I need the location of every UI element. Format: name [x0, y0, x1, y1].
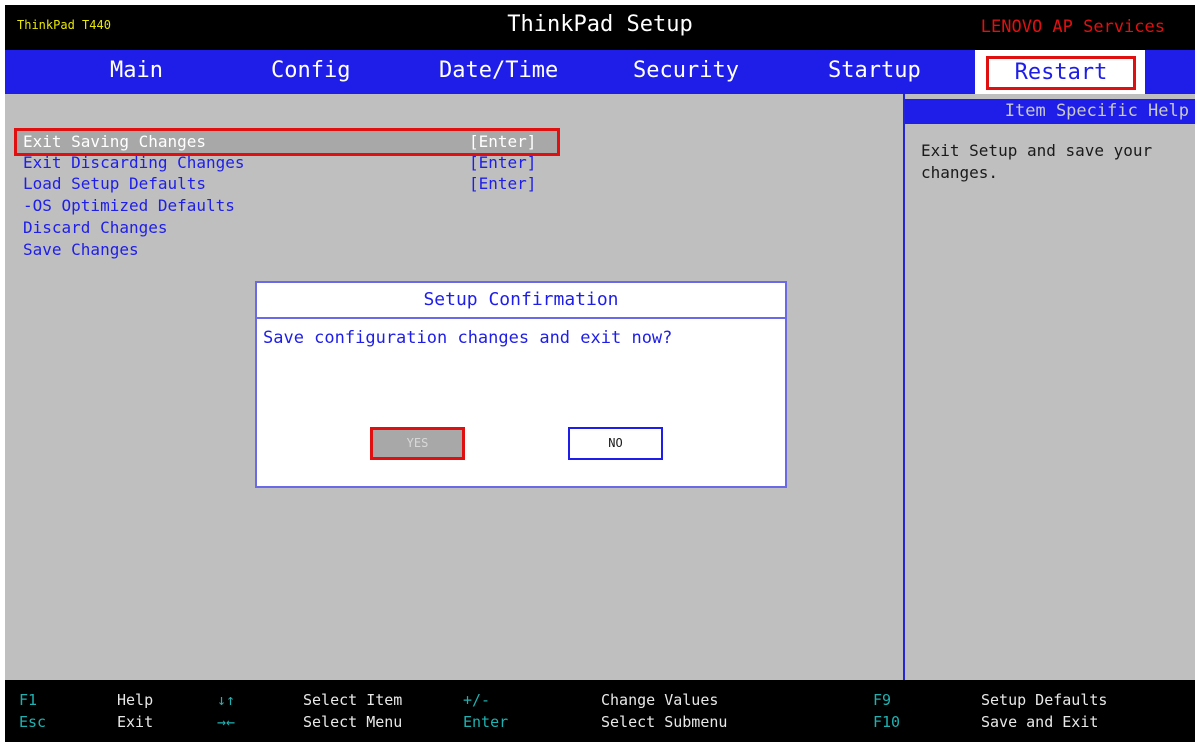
item-label: Discard Changes: [23, 218, 168, 237]
item-specific-help-panel: Item Specific Help Exit Setup and save y…: [903, 94, 1195, 680]
item-value: [Enter]: [469, 132, 537, 151]
select-menu-desc: Select Menu: [303, 713, 403, 731]
change-values-desc: Change Values: [601, 691, 719, 709]
tab-date-time[interactable]: Date/Time: [439, 58, 558, 83]
exit-saving-changes-item[interactable]: Exit Saving Changes [Enter]: [14, 128, 560, 156]
select-item-desc: Select Item: [303, 691, 403, 709]
item-label: Load Setup Defaults: [23, 174, 207, 193]
plus-minus-key: +/-: [463, 691, 491, 709]
tab-startup[interactable]: Startup: [828, 58, 921, 83]
f10-key: F10: [873, 713, 901, 731]
select-submenu-desc: Select Submenu: [601, 713, 728, 731]
save-changes-item[interactable]: Save Changes: [17, 239, 557, 261]
exit-desc: Exit: [117, 713, 154, 731]
enter-key: Enter: [463, 713, 509, 731]
item-label: Save Changes: [23, 240, 139, 259]
esc-key: Esc: [19, 713, 47, 731]
os-optimized-defaults-item[interactable]: -OS Optimized Defaults: [17, 195, 557, 217]
up-down-arrows-icon: ↓↑: [217, 691, 236, 709]
key-legend-footer: F1 Help ↓↑ Select Item +/- Change Values…: [5, 680, 1195, 742]
title-bar: ThinkPad T440 ThinkPad Setup LENOVO AP S…: [5, 5, 1195, 50]
discard-changes-item[interactable]: Discard Changes: [17, 217, 557, 239]
tab-security[interactable]: Security: [633, 58, 739, 83]
left-right-arrows-icon: →←: [217, 713, 236, 731]
item-label: -OS Optimized Defaults: [23, 196, 235, 215]
active-tab-container: Restart: [975, 50, 1145, 94]
setup-confirmation-dialog: Setup Confirmation Save configuration ch…: [255, 281, 787, 488]
restart-menu-panel: Exit Saving Changes [Enter] Exit Discard…: [5, 94, 903, 680]
load-setup-defaults-item[interactable]: Load Setup Defaults [Enter]: [17, 173, 557, 195]
dialog-message: Save configuration changes and exit now?: [263, 328, 673, 348]
tab-config[interactable]: Config: [271, 58, 350, 83]
no-button[interactable]: NO: [568, 427, 663, 460]
item-label: Exit Saving Changes: [23, 132, 207, 151]
help-title: Item Specific Help: [905, 99, 1195, 124]
item-label: Exit Discarding Changes: [23, 153, 245, 172]
yes-button[interactable]: YES: [370, 427, 465, 460]
help-desc: Help: [117, 691, 154, 709]
vendor-label: LENOVO AP Services: [980, 17, 1165, 37]
setup-defaults-desc: Setup Defaults: [981, 691, 1108, 709]
item-value: [Enter]: [469, 174, 537, 193]
bios-screen: ThinkPad T440 ThinkPad Setup LENOVO AP S…: [5, 5, 1195, 742]
help-text: Exit Setup and save your changes.: [921, 141, 1153, 182]
tab-restart[interactable]: Restart: [986, 56, 1136, 90]
save-and-exit-desc: Save and Exit: [981, 713, 1099, 731]
f1-key: F1: [19, 691, 38, 709]
f9-key: F9: [873, 691, 892, 709]
item-value: [Enter]: [469, 153, 537, 172]
menu-bar: Main Config Date/Time Security Startup R…: [5, 50, 1195, 94]
tab-main[interactable]: Main: [110, 58, 163, 83]
dialog-title: Setup Confirmation: [257, 283, 785, 319]
exit-discarding-changes-item[interactable]: Exit Discarding Changes [Enter]: [17, 152, 557, 174]
